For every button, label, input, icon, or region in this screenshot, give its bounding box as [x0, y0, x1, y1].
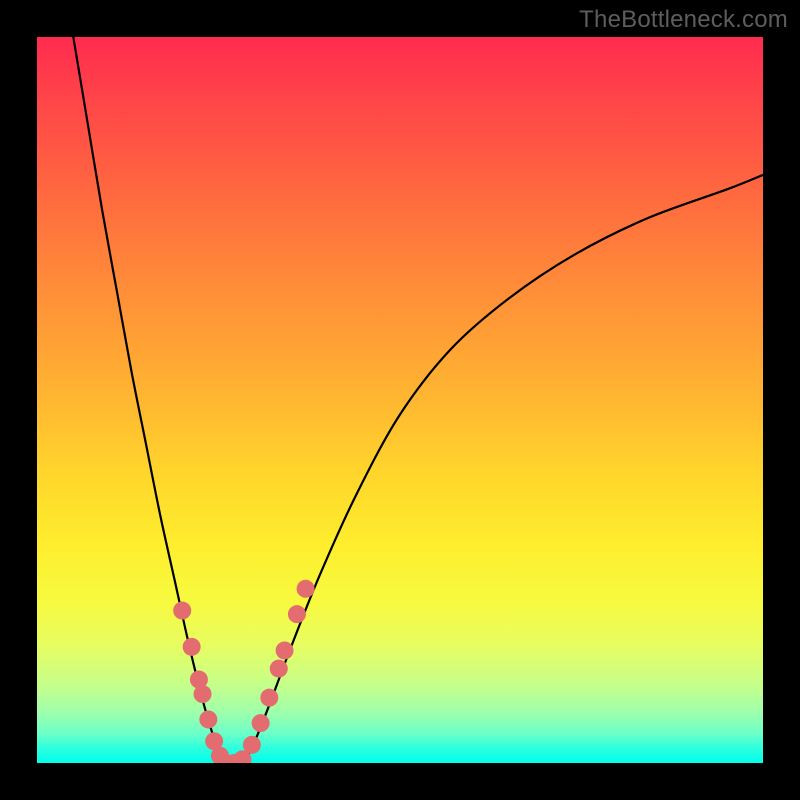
curve-left-arm — [73, 37, 222, 763]
plot-area — [37, 37, 763, 763]
marker-dot — [199, 710, 217, 728]
marker-dot — [252, 714, 270, 732]
marker-dot — [243, 736, 261, 754]
marker-dot — [260, 689, 278, 707]
marker-dot — [297, 580, 315, 598]
curve-right-arm — [244, 175, 763, 763]
marker-dot — [276, 641, 294, 659]
chart-svg — [37, 37, 763, 763]
watermark-text: TheBottleneck.com — [579, 6, 788, 34]
curve-group — [73, 37, 763, 763]
chart-frame: TheBottleneck.com — [0, 0, 800, 800]
marker-dot — [288, 605, 306, 623]
marker-dot — [173, 602, 191, 620]
marker-dot — [270, 660, 288, 678]
marker-dot — [183, 638, 201, 656]
marker-dot — [194, 685, 212, 703]
